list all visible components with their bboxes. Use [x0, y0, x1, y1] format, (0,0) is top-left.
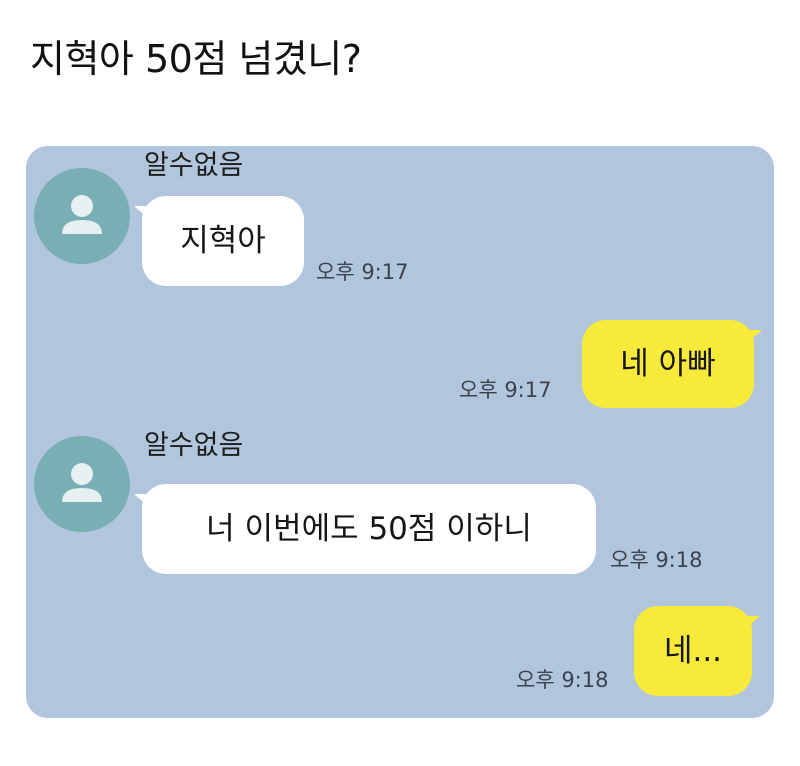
message-bubble-incoming[interactable]: 지혁아 — [134, 196, 304, 286]
post-title: 지혁아 50점 넘겼니? — [30, 37, 362, 81]
sender-avatar[interactable] — [34, 436, 130, 532]
default-person-icon — [62, 463, 102, 502]
message-bubble-incoming[interactable]: 너 이번에도 50점 이하니 — [134, 484, 596, 574]
default-person-icon — [62, 195, 102, 234]
sender-name: 알수없음 — [144, 430, 244, 461]
message-bubble-outgoing[interactable]: 네 아빠 — [582, 320, 762, 408]
chat-window: 알수없음 지혁아 오후 9:17 네 아빠 오후 9:17 알수없음 너 이번에… — [26, 146, 774, 718]
sender-name: 알수없음 — [144, 150, 244, 181]
message-timestamp: 오후 9:17 — [316, 260, 409, 284]
message-timestamp: 오후 9:18 — [516, 668, 609, 692]
message-timestamp: 오후 9:17 — [459, 378, 552, 402]
message-timestamp: 오후 9:18 — [610, 548, 703, 572]
sender-avatar[interactable] — [34, 168, 130, 264]
message-bubble-outgoing[interactable]: 네... — [634, 606, 760, 696]
